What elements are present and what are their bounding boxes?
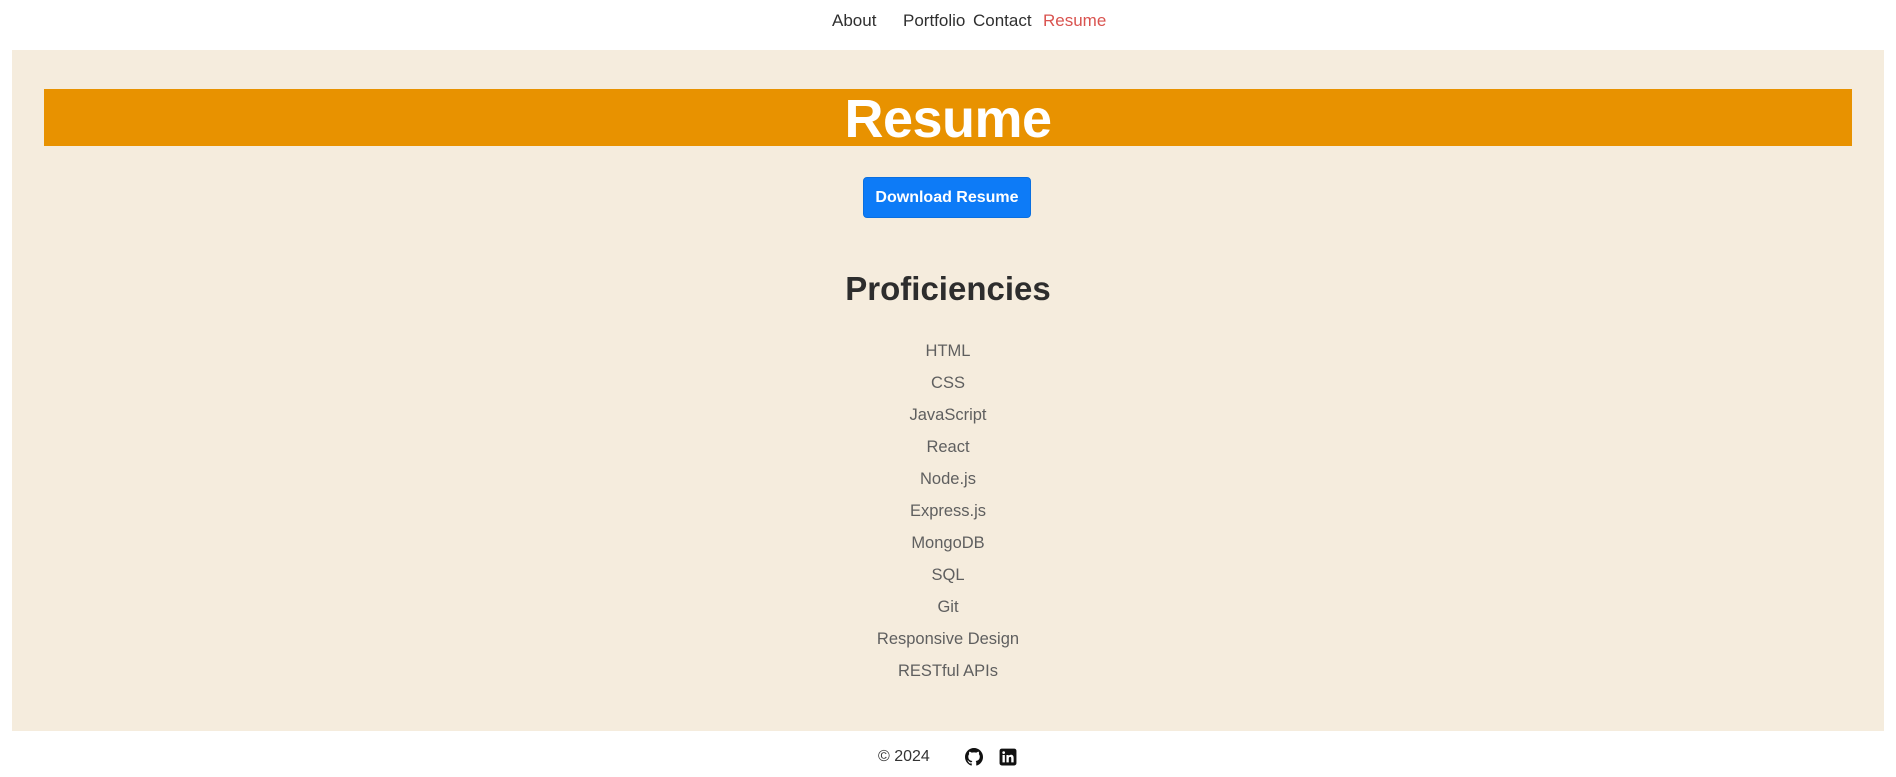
copyright-text: © 2024	[878, 748, 930, 765]
resume-banner: Resume	[44, 89, 1852, 146]
list-item: Git	[937, 598, 959, 616]
list-item: RESTful APIs	[898, 662, 998, 680]
list-item: MongoDB	[911, 534, 985, 552]
list-item: SQL	[931, 566, 965, 584]
list-item: Responsive Design	[876, 630, 1020, 648]
nav-link-resume[interactable]: Resume	[1043, 11, 1106, 31]
download-resume-button[interactable]: Download Resume	[863, 177, 1031, 218]
footer: © 2024	[0, 731, 1896, 777]
proficiencies-heading: Proficiencies	[845, 270, 1051, 307]
list-item: Node.js	[920, 470, 976, 488]
top-navbar: About Portfolio Contact Resume	[0, 0, 1896, 45]
page-title: Resume	[844, 89, 1052, 146]
list-item: Express.js	[909, 502, 987, 520]
list-item: JavaScript	[909, 406, 987, 424]
nav-link-portfolio[interactable]: Portfolio	[903, 11, 965, 31]
list-item: CSS	[931, 374, 965, 392]
proficiencies-list: HTML CSS JavaScript React Node.js Expres…	[12, 340, 1884, 692]
nav-link-contact[interactable]: Contact	[973, 11, 1032, 31]
github-icon[interactable]	[965, 748, 983, 766]
list-item: React	[926, 438, 970, 456]
resume-section: Resume Download Resume Proficiencies HTM…	[12, 50, 1884, 731]
linkedin-icon[interactable]	[999, 748, 1017, 766]
list-item: HTML	[925, 342, 971, 360]
nav-link-about[interactable]: About	[832, 11, 876, 31]
